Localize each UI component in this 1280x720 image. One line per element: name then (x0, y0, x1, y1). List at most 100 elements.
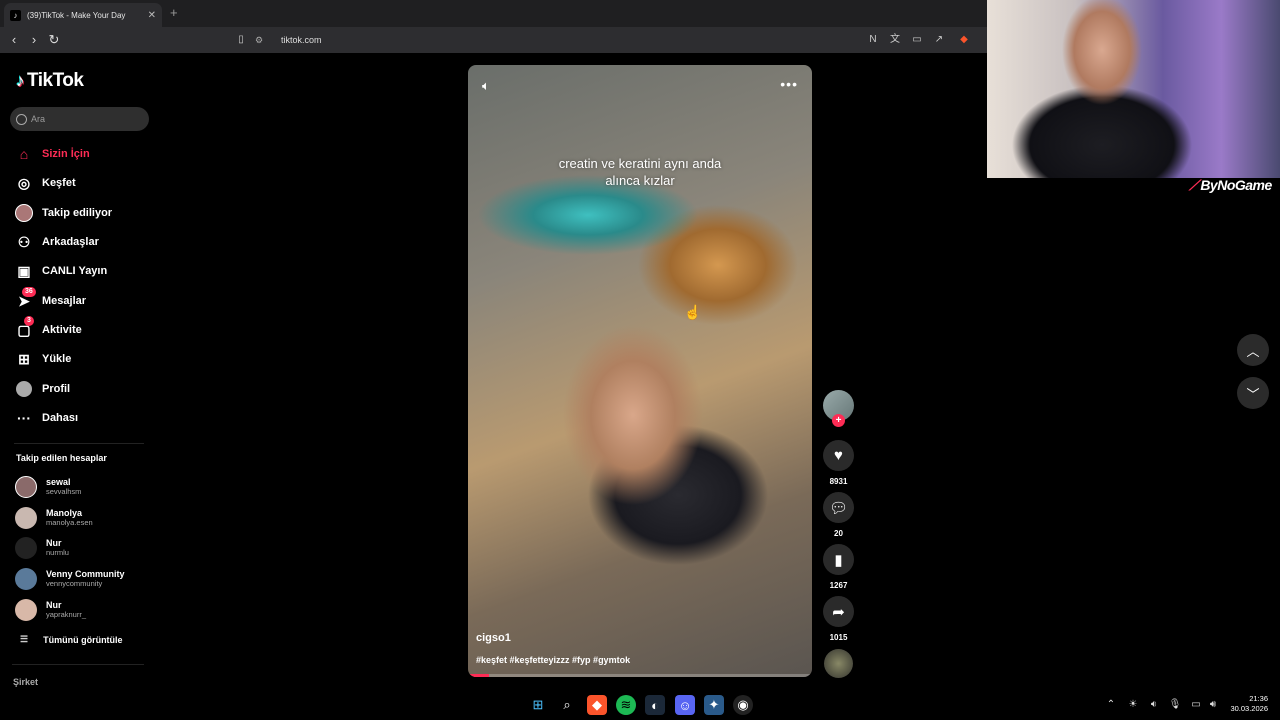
close-tab-icon[interactable]: ✕ (148, 10, 156, 21)
nav-messages[interactable]: ➤ 36 Mesajlar (14, 287, 86, 312)
sidebar-divider (12, 664, 144, 665)
nav-upload[interactable]: ⊞ Yükle (14, 348, 71, 370)
comment-count: 20 (834, 529, 843, 538)
spotify-icon[interactable]: ≋ (616, 695, 636, 715)
windows-start-icon[interactable]: ⊞ (528, 695, 548, 715)
brand-name: TikTok (27, 70, 84, 91)
discord-icon[interactable]: ☺ (675, 695, 695, 715)
nav-friends[interactable]: ⚇ Arkadaşlar (14, 231, 99, 253)
network-app-icon[interactable]: ✦ (704, 695, 724, 715)
nav-activity[interactable]: ▢ 3 Aktivite (14, 316, 82, 341)
previous-video-button[interactable]: ︿ (1237, 334, 1269, 366)
account-username: sevvalhsm (46, 487, 82, 496)
account-username: vennycommunity (46, 579, 103, 588)
avatar (15, 537, 37, 559)
save-count: 1267 (829, 581, 848, 590)
browser-tab[interactable]: ♪ (39)TikTok - Make Your Day ✕ (4, 3, 162, 27)
profile-icon (14, 379, 34, 399)
upload-icon: ⊞ (18, 350, 30, 367)
following-account[interactable]: Nur nurmlu (15, 535, 69, 561)
see-all-label: Tümünü görüntüle (43, 634, 123, 645)
brightness-icon[interactable]: ☀ (1126, 699, 1140, 710)
site-info-icon[interactable]: ⚙ (255, 35, 267, 46)
tiktok-logo[interactable]: ♪ TikTok (16, 70, 84, 92)
bookmark-icon[interactable]: ▯ (234, 33, 248, 47)
reload-icon[interactable]: ↻ (46, 32, 62, 48)
video-progress-fill (468, 674, 489, 677)
more-options-icon[interactable]: ••• (780, 76, 798, 92)
volume-icon[interactable]: 🔊︎ (1206, 699, 1220, 710)
share-button[interactable]: ➦ (823, 596, 854, 627)
tiktok-icon: ♪ (10, 9, 21, 21)
avatar (15, 568, 37, 590)
nav-explore[interactable]: ◎ Keşfet (14, 172, 76, 194)
nav-label: Yükle (42, 353, 72, 365)
forward-icon[interactable]: › (26, 32, 42, 47)
chevron-up-icon: ︿ (1246, 343, 1260, 359)
cast-icon[interactable]: ▭ (910, 33, 924, 47)
save-button[interactable]: ▮ (823, 544, 854, 575)
windows-taskbar (0, 690, 1280, 720)
video-hashtags[interactable]: #keşfet #keşfetteyizzz #fyp #gymtok (476, 655, 630, 665)
like-button[interactable]: ♥ (823, 440, 854, 471)
search-input[interactable] (31, 114, 141, 124)
see-all-link[interactable]: ☰ Tümünü görüntüle (20, 634, 123, 645)
clock-time: 21:36 (1249, 694, 1268, 703)
follow-plus-icon[interactable]: + (832, 414, 845, 427)
following-accounts-heading: Takip edilen hesaplar (16, 453, 107, 463)
following-account[interactable]: sewal sevvalhsm (15, 474, 81, 500)
company-link[interactable]: Şirket (13, 677, 38, 687)
steam-icon[interactable]: ◐ (645, 695, 665, 715)
reader-mode-icon[interactable]: N (866, 33, 880, 47)
following-account[interactable]: Manolya manolya.esen (15, 505, 93, 531)
live-tv-icon: ▣ (17, 262, 31, 279)
new-tab-button[interactable]: + (170, 5, 178, 20)
friends-icon: ⚇ (17, 233, 31, 250)
nav-for-you[interactable]: ⌂ Sizin İçin (14, 143, 90, 165)
system-clock[interactable]: 21:36 30.03.2026 (1226, 694, 1268, 714)
avatar (15, 599, 37, 621)
nav-following[interactable]: Takip ediliyor (14, 202, 112, 224)
brand-logo-icon: ⟋ (1189, 177, 1199, 193)
microphone-icon[interactable]: 🎙︎ (1168, 699, 1182, 710)
comment-button[interactable]: 💬︎ (823, 492, 854, 523)
search-box[interactable] (10, 107, 149, 131)
compass-icon: ◎ (17, 174, 31, 191)
next-video-button[interactable]: ﹀ (1237, 377, 1269, 409)
display-icon[interactable]: ▭ (1189, 699, 1203, 710)
share-icon[interactable]: ↗ (932, 33, 946, 47)
video-player[interactable]: 🔈︎ ••• creatin ve keratini aynı anda alı… (468, 65, 812, 677)
messages-icon: ➤ 36 (14, 287, 36, 311)
avatar (15, 507, 37, 529)
translate-icon[interactable]: 文 (888, 33, 902, 47)
avatar (15, 476, 37, 498)
nav-label: Keşfet (42, 177, 76, 189)
nav-profile[interactable]: Profil (14, 378, 70, 400)
clock-date: 30.03.2026 (1230, 704, 1268, 713)
account-username: manolya.esen (46, 518, 93, 527)
brave-shield-icon[interactable]: ◆ (957, 33, 971, 47)
share-count: 1015 (829, 633, 848, 642)
volume-icon[interactable]: 🔈︎ (482, 78, 490, 94)
video-progress-track[interactable] (468, 674, 812, 677)
chevron-down-icon: ﹀ (1246, 386, 1260, 402)
brand-text: ByNoGame (1200, 177, 1272, 193)
speaker-icon[interactable]: 🔉︎ (1147, 699, 1161, 710)
search-icon[interactable]: ⌕ (557, 695, 577, 715)
account-name: sewal (46, 477, 71, 487)
back-icon[interactable]: ‹ (6, 32, 22, 47)
account-username: nurmlu (46, 548, 69, 557)
show-hidden-icons[interactable]: ⌃ (1104, 699, 1118, 710)
nav-label: Profil (42, 383, 71, 395)
account-name: Venny Community (46, 569, 125, 579)
nav-more[interactable]: ··· Dahası (14, 407, 78, 429)
nav-live[interactable]: ▣ CANLI Yayın (14, 260, 107, 282)
following-account[interactable]: Venny Community vennycommunity (15, 566, 125, 592)
music-disc[interactable] (824, 649, 853, 678)
following-account[interactable]: Nur yapraknurr_ (15, 597, 86, 623)
obs-icon[interactable]: ◉ (733, 695, 753, 715)
nav-label: Sizin İçin (42, 148, 90, 160)
more-icon: ··· (17, 410, 31, 426)
video-author[interactable]: cigso1 (476, 632, 511, 644)
brave-browser-icon[interactable]: ◆ (587, 695, 607, 715)
